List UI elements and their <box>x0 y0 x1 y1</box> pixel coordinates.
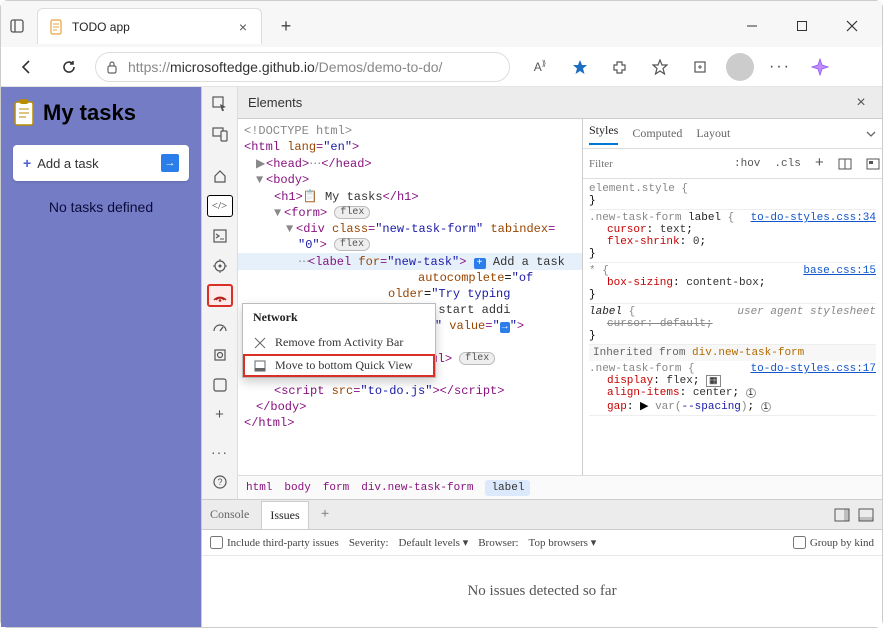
read-aloud-button[interactable]: A⟫ <box>524 51 556 83</box>
context-menu-move-bottom[interactable]: Move to bottom Quick View <box>243 354 435 377</box>
page-content: My tasks + Add a task → No tasks defined <box>1 87 201 627</box>
move-bottom-icon <box>253 360 267 372</box>
elements-header: Elements × <box>238 87 882 119</box>
new-style-button[interactable]: + <box>811 153 828 174</box>
browser-dropdown[interactable]: Top browsers ▾ <box>529 536 597 549</box>
include-third-party-checkbox[interactable]: Include third-party issues <box>210 536 339 549</box>
welcome-icon[interactable] <box>207 165 233 187</box>
styles-filter-bar: :hov .cls + <box>583 149 882 179</box>
issues-toolbar: Include third-party issues Severity: Def… <box>202 530 882 556</box>
devtools-close-button[interactable]: × <box>850 92 872 114</box>
issues-body: No issues detected so far <box>202 556 882 627</box>
styles-tabs: Styles Computed Layout <box>583 119 882 149</box>
favorites-button[interactable] <box>644 51 676 83</box>
inspect-element-icon[interactable] <box>207 93 233 115</box>
window-controls <box>730 11 874 41</box>
devtools-top: </> + ··· ? Elements × <box>202 87 882 499</box>
network-tab-icon[interactable] <box>207 284 233 306</box>
computed-toggle-icon[interactable] <box>834 156 856 172</box>
context-menu-title: Network <box>243 304 435 331</box>
empty-state: No tasks defined <box>13 199 189 215</box>
tab-favicon-icon <box>48 19 64 35</box>
dom-tree[interactable]: <!DOCTYPE html> <html lang="en"> ▶<head>… <box>238 119 582 475</box>
lock-icon <box>106 60 120 74</box>
tab-computed[interactable]: Computed <box>632 126 682 141</box>
drawer-tabs: Console Issues + <box>202 500 882 530</box>
drawer-expand-icon[interactable] <box>858 508 874 522</box>
group-by-kind-checkbox[interactable]: Group by kind <box>793 536 874 549</box>
favorite-button[interactable] <box>564 51 596 83</box>
drawer-add-tab[interactable]: + <box>321 506 329 523</box>
hov-button[interactable]: :hov <box>730 156 764 172</box>
cls-button[interactable]: .cls <box>770 156 804 172</box>
devtools-drawer: Console Issues + Include third-party iss… <box>202 499 882 627</box>
elements-body: <!DOCTYPE html> <html lang="en"> ▶<head>… <box>238 119 882 475</box>
settings-icon[interactable]: ··· <box>207 442 233 464</box>
sources-tab-icon[interactable] <box>207 255 233 277</box>
new-tab-button[interactable]: + <box>272 12 300 40</box>
devtools-panel: </> + ··· ? Elements × <box>201 87 882 627</box>
memory-tab-icon[interactable] <box>207 345 233 367</box>
browser-toolbar: https://microsoftedge.github.io/Demos/de… <box>1 47 882 87</box>
context-menu-remove[interactable]: Remove from Activity Bar <box>243 331 435 354</box>
tab-close-button[interactable]: × <box>235 19 251 35</box>
profile-button[interactable] <box>724 51 756 83</box>
toolbar-actions: A⟫ ··· <box>524 51 836 83</box>
elements-tab-icon[interactable]: </> <box>207 195 233 217</box>
styles-filter-input[interactable] <box>589 158 724 170</box>
more-tools-icon[interactable]: + <box>207 404 233 426</box>
css-link[interactable]: to-do-styles.css:34 <box>751 212 876 224</box>
browser-titlebar: TODO app × + <box>1 1 882 47</box>
add-task-label: Add a task <box>37 156 98 171</box>
elements-panel: Elements × <!DOCTYPE html> <html lang="e… <box>238 87 882 499</box>
copilot-button[interactable] <box>804 51 836 83</box>
maximize-button[interactable] <box>780 11 824 41</box>
svg-text:?: ? <box>217 477 222 487</box>
drawer-tab-issues[interactable]: Issues <box>261 501 308 529</box>
close-window-button[interactable] <box>830 11 874 41</box>
elements-title: Elements <box>248 95 302 110</box>
tab-title: TODO app <box>72 20 235 34</box>
application-tab-icon[interactable] <box>207 374 233 396</box>
css-link[interactable]: base.css:15 <box>803 265 876 277</box>
severity-label: Severity: <box>349 537 389 549</box>
refresh-button[interactable] <box>53 51 85 83</box>
collections-button[interactable] <box>684 51 716 83</box>
back-button[interactable] <box>11 51 43 83</box>
remove-icon <box>253 337 267 349</box>
tab-layout[interactable]: Layout <box>696 126 730 141</box>
drawer-dock-icon[interactable] <box>834 508 850 522</box>
styles-rules[interactable]: element.style {} to-do-styles.css:34 .ne… <box>583 179 882 475</box>
plus-icon: + <box>23 155 31 171</box>
app-menu-icon[interactable] <box>9 18 25 34</box>
inherited-label: Inherited from div.new-task-form <box>589 345 876 361</box>
css-link[interactable]: to-do-styles.css:17 <box>751 363 876 375</box>
minimize-button[interactable] <box>730 11 774 41</box>
clipboard-icon <box>13 99 35 127</box>
performance-tab-icon[interactable] <box>207 315 233 337</box>
more-button[interactable]: ··· <box>764 51 796 83</box>
drawer-tab-console[interactable]: Console <box>210 507 249 522</box>
tab-strip: TODO app × + <box>37 8 300 44</box>
context-menu: Network Remove from Activity Bar Move to… <box>242 303 436 378</box>
browser-label: Browser: <box>478 537 518 549</box>
submit-arrow-icon: → <box>161 154 179 172</box>
rendering-toggle-icon[interactable] <box>862 156 883 172</box>
console-tab-icon[interactable] <box>207 225 233 247</box>
add-task-button[interactable]: + Add a task → <box>13 145 189 181</box>
device-emulation-icon[interactable] <box>207 123 233 145</box>
activity-bar: </> + ··· ? <box>202 87 238 499</box>
address-bar[interactable]: https://microsoftedge.github.io/Demos/de… <box>95 52 510 82</box>
workspace: My tasks + Add a task → No tasks defined… <box>1 87 882 627</box>
browser-tab[interactable]: TODO app × <box>37 8 262 44</box>
breadcrumb[interactable]: html body form div.new-task-form label <box>238 475 882 499</box>
extensions-button[interactable] <box>604 51 636 83</box>
styles-pane: Styles Computed Layout :hov .cls + <box>582 119 882 475</box>
url-text: https://microsoftedge.github.io/Demos/de… <box>128 59 442 75</box>
help-icon[interactable]: ? <box>207 471 233 493</box>
tab-styles[interactable]: Styles <box>589 123 618 145</box>
expand-icon[interactable] <box>866 129 876 139</box>
severity-dropdown[interactable]: Default levels ▾ <box>399 536 469 549</box>
page-heading: My tasks <box>13 99 189 127</box>
